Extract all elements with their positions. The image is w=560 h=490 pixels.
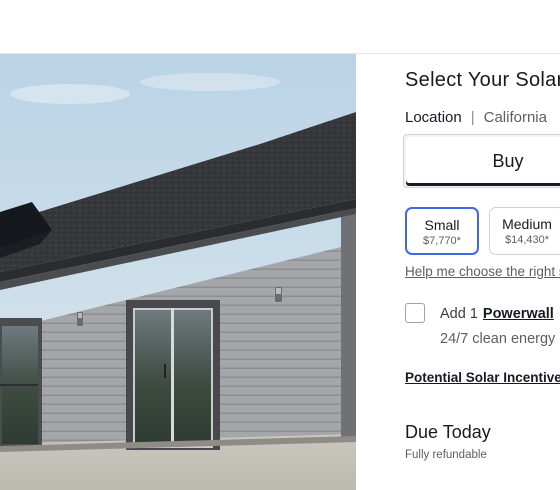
due-today-heading: Due Today xyxy=(405,422,491,442)
addon-prefix: Add 1 xyxy=(440,306,478,322)
size-price: $7,770* xyxy=(423,235,461,247)
page-title: Select Your Solar xyxy=(405,69,560,91)
configurator-panel: Select Your Solar Location | California Bu… xyxy=(356,54,560,490)
purchase-type-toggle: Buy xyxy=(403,134,560,188)
size-price: $14,430* xyxy=(504,234,550,246)
location-label: Location xyxy=(405,109,462,126)
size-option-medium[interactable]: Medium $14,430* xyxy=(489,207,560,255)
size-name: Small xyxy=(424,217,460,233)
location-value[interactable]: California xyxy=(484,109,547,126)
powerwall-checkbox[interactable] xyxy=(405,303,425,323)
powerwall-addon-label: Add 1 Powerwall xyxy=(440,306,554,322)
size-name: Medium xyxy=(502,216,552,232)
solar-incentives-link[interactable]: Potential Solar Incentives xyxy=(405,370,560,385)
help-choose-size-link[interactable]: Help me choose the right size xyxy=(405,264,560,279)
powerwall-description: 24/7 clean energy xyxy=(440,331,556,347)
powerwall-link[interactable]: Powerwall xyxy=(483,306,554,322)
size-option-small[interactable]: Small $7,770* xyxy=(405,207,479,255)
tab-buy-label: Buy xyxy=(492,150,524,171)
due-today-subtitle: Fully refundable xyxy=(405,449,487,461)
house-solar-render-image xyxy=(0,54,356,490)
tab-buy[interactable]: Buy xyxy=(406,137,560,185)
location-separator: | xyxy=(470,109,475,126)
top-navigation-bar xyxy=(0,0,560,54)
location-row: Location | California xyxy=(405,109,547,126)
